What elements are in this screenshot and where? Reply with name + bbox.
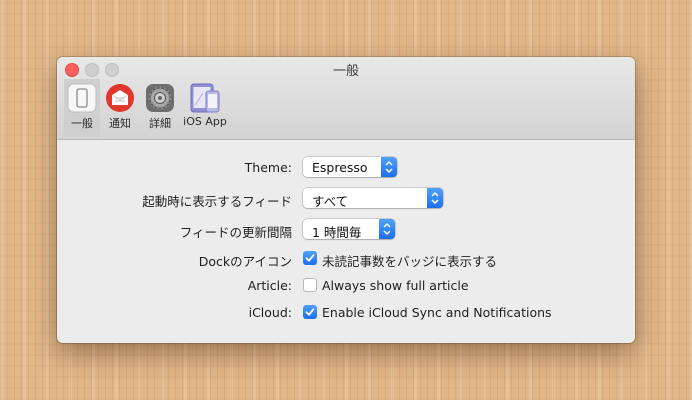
chevron-updown-icon (427, 188, 443, 208)
tab-advanced-label: 詳細 (149, 117, 171, 130)
startup-feed-label: 起動時に表示するフィード (142, 194, 292, 209)
gear-icon (145, 83, 175, 113)
dock-icon-label: Dockのアイコン (198, 254, 292, 269)
icloud-sync-checkbox[interactable] (303, 305, 317, 319)
toolbar: 一般 一般 通知 詳細 iOS App (57, 57, 635, 140)
theme-popup[interactable]: Espresso (303, 157, 397, 177)
tab-ios-app-label: iOS App (183, 115, 227, 128)
theme-popup-value: Espresso (312, 160, 368, 175)
dock-badge-checkbox-label[interactable]: 未読記事数をバッジに表示する (322, 251, 497, 270)
chevron-updown-icon (381, 157, 397, 177)
tab-general-label: 一般 (71, 117, 93, 130)
window-title: 一般 (332, 64, 359, 79)
tab-ios-app[interactable]: iOS App (181, 79, 229, 137)
theme-row: Theme: Espresso (57, 157, 635, 179)
full-article-checkbox[interactable] (303, 278, 317, 292)
full-article-checkbox-label[interactable]: Always show full article (322, 278, 469, 293)
tab-general[interactable]: 一般 (64, 79, 100, 137)
refresh-interval-popup-value: 1 時間毎 (312, 225, 362, 240)
ios-devices-icon (189, 83, 221, 113)
tab-notifications-label: 通知 (109, 117, 131, 130)
refresh-interval-popup[interactable]: 1 時間毎 (303, 219, 395, 240)
startup-feed-popup[interactable]: すべて (303, 188, 443, 209)
chevron-updown-icon (379, 219, 395, 239)
theme-label: Theme: (244, 160, 292, 175)
icloud-label: iCloud: (248, 305, 292, 320)
icloud-sync-checkbox-label[interactable]: Enable iCloud Sync and Notifications (322, 305, 552, 320)
general-icon (67, 83, 97, 113)
tab-advanced[interactable]: 詳細 (143, 79, 177, 137)
dock-badge-checkbox[interactable] (303, 251, 317, 265)
notification-icon (105, 83, 135, 113)
refresh-interval-row: フィードの更新間隔 1 時間毎 (57, 219, 635, 241)
icloud-row: iCloud: Enable iCloud Sync and Notificat… (57, 302, 635, 324)
refresh-interval-label: フィードの更新間隔 (179, 225, 292, 240)
tab-notifications[interactable]: 通知 (103, 79, 137, 137)
settings-panel: Theme: Espresso 起動時に表示するフィード すべて フィードの更新… (57, 140, 635, 343)
startup-feed-row: 起動時に表示するフィード すべて (57, 188, 635, 210)
article-label: Article: (247, 278, 292, 293)
dock-icon-row: Dockのアイコン 未読記事数をバッジに表示する (57, 248, 635, 270)
startup-feed-popup-value: すべて (312, 194, 349, 209)
article-row: Article: Always show full article (57, 275, 635, 297)
preferences-window: 一般 一般 通知 詳細 iOS App Theme: Espresso 起動時に… (57, 57, 635, 343)
